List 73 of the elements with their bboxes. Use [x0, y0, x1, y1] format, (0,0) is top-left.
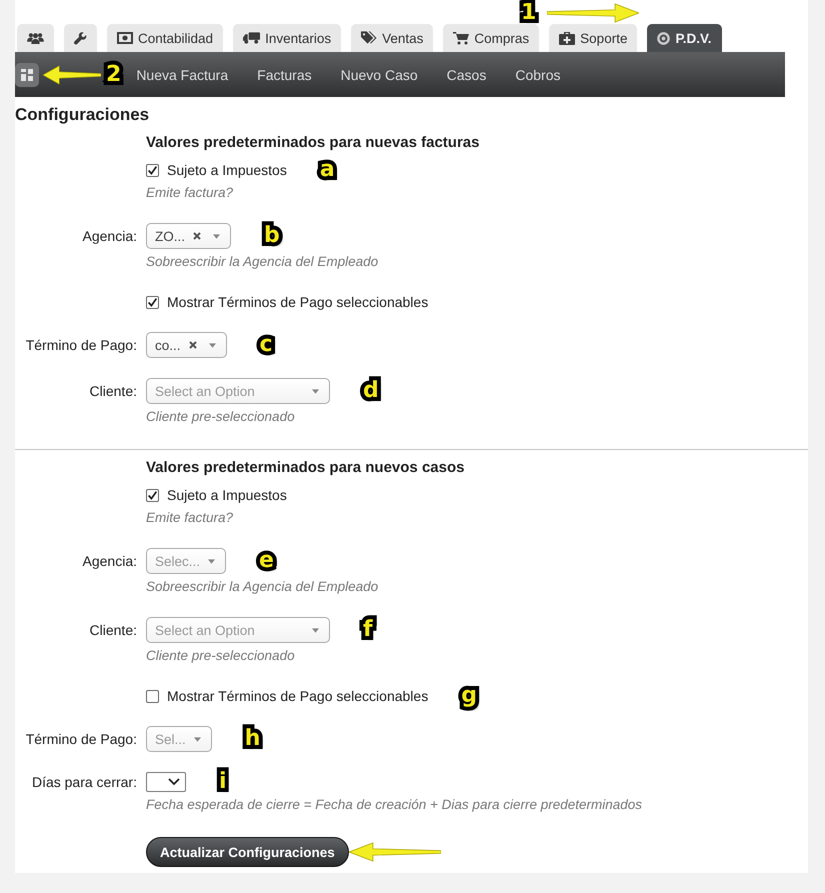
checkbox-label[interactable]: Mostrar Términos de Pago seleccionables: [167, 688, 428, 704]
nav-link[interactable]: Facturas: [257, 66, 312, 82]
dropdown-field[interactable]: ZO...: [146, 223, 231, 249]
callout-label: b: [263, 223, 281, 249]
help-text: Emite factura?: [146, 509, 234, 527]
tab[interactable]: Compras: [443, 24, 540, 52]
tab[interactable]: Contabilidad: [107, 24, 224, 52]
truck-icon: [243, 32, 260, 44]
callout-label: h: [244, 726, 262, 752]
banknote-icon: [117, 32, 133, 44]
callout-label: f: [362, 617, 374, 643]
help-text: Fecha esperada de cierre = Fecha de creación + Dias para cierre predeterminados: [146, 796, 644, 814]
section-heading: Valores predeterminados para nuevos casos: [146, 458, 466, 478]
caret-icon: [208, 342, 216, 348]
grid-button[interactable]: [15, 62, 39, 86]
tab[interactable]: [64, 24, 97, 52]
clear-icon: [193, 232, 201, 240]
help-text: Sobreescribir la Agencia del Empleado: [146, 253, 380, 271]
nav-link[interactable]: Nuevo Caso: [340, 66, 418, 82]
clear-icon: [188, 341, 197, 349]
field-label: Término de Pago:: [26, 337, 137, 353]
caret-icon: [194, 736, 201, 742]
callout-label: 2: [105, 62, 122, 88]
tab[interactable]: Soporte: [549, 24, 638, 52]
chevron-icon: [168, 778, 180, 786]
caret-icon: [312, 388, 319, 394]
callout-label: 1: [520, 0, 538, 26]
field-label: Cliente:: [90, 622, 137, 638]
tag-icon: [361, 31, 378, 45]
checkbox[interactable]: [146, 164, 159, 176]
nav-link[interactable]: Casos: [446, 66, 486, 82]
caret-icon: [213, 234, 220, 238]
field-label: Agencia:: [82, 553, 137, 569]
grid-icon: [21, 68, 33, 80]
callout-label: d: [362, 378, 380, 404]
dropdown-field[interactable]: co...: [146, 332, 227, 358]
tab[interactable]: Inventarios: [233, 24, 342, 52]
arrow: [43, 64, 101, 84]
caret-icon: [208, 558, 216, 564]
tab[interactable]: [17, 24, 54, 52]
field-label: Cliente:: [90, 383, 137, 399]
tab[interactable]: P.D.V.: [647, 24, 722, 52]
page-title: Configuraciones: [15, 105, 150, 125]
checkbox[interactable]: [146, 690, 159, 702]
field-label: Agencia:: [82, 228, 137, 244]
cart-icon: [453, 31, 470, 45]
wrench-icon: [74, 32, 87, 44]
callout-label: e: [258, 548, 275, 574]
update-button[interactable]: Actualizar Configuraciones: [146, 837, 349, 867]
field-label: Días para cerrar:: [32, 774, 137, 790]
help-text: Cliente pre-seleccionado: [146, 647, 296, 665]
nav-link[interactable]: Cobros: [515, 66, 560, 82]
section-heading: Valores predeterminados para nuevas facturas: [146, 133, 480, 153]
help-text: Emite factura?: [146, 184, 234, 202]
caret-icon: [312, 628, 319, 632]
checkbox[interactable]: [146, 296, 159, 308]
callout-label: g: [460, 683, 478, 709]
checkbox-label[interactable]: Sujeto a Impuestos: [167, 162, 287, 178]
nav-link[interactable]: Nueva Factura: [136, 66, 228, 82]
checkbox-label[interactable]: Mostrar Términos de Pago seleccionables: [167, 294, 428, 310]
dropdown-field[interactable]: [146, 772, 186, 792]
checkbox-label[interactable]: Sujeto a Impuestos: [167, 487, 287, 503]
tab[interactable]: Ventas: [351, 24, 434, 52]
help-text: Cliente pre-seleccionado: [146, 408, 296, 426]
field-label: Término de Pago:: [26, 731, 137, 747]
checkbox[interactable]: [146, 488, 159, 502]
callout-label: c: [258, 332, 274, 358]
help-text: Sobreescribir la Agencia del Empleado: [146, 578, 380, 596]
callout-label: i: [218, 769, 228, 795]
disc-icon: [657, 32, 670, 44]
group-icon: [27, 32, 44, 44]
callout-label: a: [318, 157, 336, 183]
first-aid-kit-icon: [559, 32, 576, 44]
